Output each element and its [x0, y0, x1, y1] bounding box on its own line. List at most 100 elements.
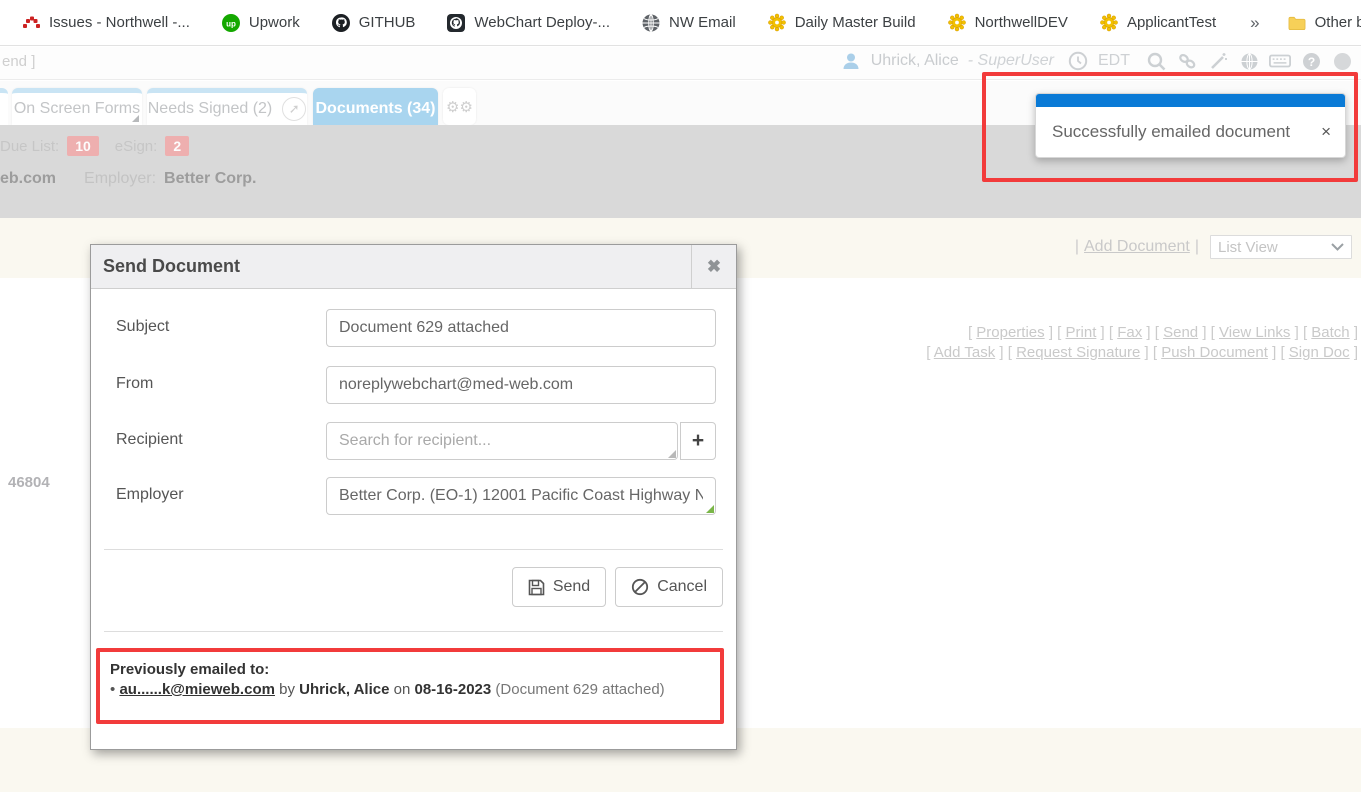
bracket: [ [1155, 324, 1159, 341]
action-view-links[interactable]: View Links [1219, 324, 1290, 341]
bracket: ] [1049, 324, 1053, 341]
action-request-signature[interactable]: Request Signature [1016, 344, 1140, 361]
bracket: ] [1145, 344, 1149, 361]
action-sign-doc[interactable]: Sign Doc [1289, 344, 1350, 361]
tab-documents[interactable]: Documents (34) [313, 88, 438, 125]
modal-header[interactable]: Send Document ✖ [91, 245, 736, 289]
link-icon[interactable] [1176, 50, 1198, 72]
bookmark-label: ApplicantTest [1127, 14, 1216, 31]
bookmark-issues-northwell[interactable]: Issues - Northwell -... [22, 14, 190, 32]
action-send[interactable]: Send [1163, 324, 1198, 341]
esign-count-badge[interactable]: 2 [165, 136, 189, 156]
gears-icon: ⚙⚙ [446, 98, 473, 116]
action-properties[interactable]: Properties [976, 324, 1044, 341]
bookmark-applicanttest[interactable]: ApplicantTest [1100, 14, 1216, 32]
pipe: | [1195, 238, 1199, 256]
chevron-down-icon [1331, 243, 1344, 251]
search-icon[interactable] [1145, 50, 1167, 72]
upwork-icon: up [222, 14, 240, 32]
help-icon[interactable]: ? [1300, 50, 1322, 72]
tab-label: Documents (34) [315, 100, 435, 118]
toast-message: Successfully emailed document [1052, 122, 1290, 142]
gear-yellow-icon [768, 14, 786, 32]
view-select[interactable]: List View [1210, 235, 1352, 259]
recipient-label: Recipient [116, 431, 183, 449]
bracket: ] [1354, 344, 1358, 361]
globe-icon[interactable] [1238, 50, 1260, 72]
due-list-count-badge[interactable]: 10 [67, 136, 99, 156]
action-batch[interactable]: Batch [1311, 324, 1349, 341]
due-list-row: Due List: 10 eSign: 2 [0, 133, 205, 159]
bookmark-daily-master-build[interactable]: Daily Master Build [768, 14, 916, 32]
send-button[interactable]: Send [512, 567, 606, 607]
history-note: (Document 629 attached) [495, 681, 664, 698]
bookmark-label: Upwork [249, 14, 300, 31]
open-in-new-icon[interactable]: ➚ [282, 97, 306, 121]
keyboard-icon[interactable] [1269, 50, 1291, 72]
subject-input[interactable] [326, 309, 716, 347]
bracket: [ [1211, 324, 1215, 341]
history-sender: Uhrick, Alice [299, 681, 389, 698]
resize-grip-green-icon[interactable] [706, 505, 714, 513]
bookmark-webchart-deploy[interactable]: WebChart Deploy-... [447, 14, 610, 32]
user-name[interactable]: Uhrick, Alice [871, 52, 959, 70]
bullet: • [110, 681, 115, 698]
from-input[interactable] [326, 366, 716, 404]
bookmark-label: Issues - Northwell -... [49, 14, 190, 31]
bookmark-northwelldev[interactable]: NorthwellDEV [948, 14, 1068, 32]
recipient-search-input[interactable] [326, 422, 678, 460]
cancel-button-label: Cancel [657, 578, 707, 596]
cancel-button[interactable]: Cancel [615, 567, 723, 607]
github-square-icon [447, 14, 465, 32]
bracket: ] [999, 344, 1003, 361]
status-dot-icon [1331, 50, 1353, 72]
action-add-task[interactable]: Add Task [934, 344, 995, 361]
actions-line2: [ Add Task ] [ Request Signature ] [ Pus… [926, 343, 1358, 363]
bracket: ] [1354, 324, 1358, 341]
patient-email-fragment: eb.com [0, 170, 56, 188]
tab-on-screen-forms[interactable]: On Screen Forms [12, 88, 142, 125]
history-by: by [279, 681, 295, 698]
modal-close-button[interactable]: ✖ [691, 245, 736, 288]
from-row: From [91, 366, 736, 404]
tab-label: Needs Signed (2) [148, 100, 273, 118]
toast-close-button[interactable]: × [1313, 122, 1331, 142]
bracket: [ [1303, 324, 1307, 341]
tab-settings-button[interactable]: ⚙⚙ [443, 88, 476, 125]
divider [104, 631, 723, 632]
github-icon [332, 14, 350, 32]
resize-grip-icon[interactable] [668, 450, 676, 458]
bracket: ] [1146, 324, 1150, 341]
screen: Issues - Northwell -... up Upwork GITHUB… [0, 0, 1361, 792]
modal-buttons: Send Cancel [512, 567, 723, 607]
tab-needs-signed[interactable]: Needs Signed (2) ➚ [147, 88, 307, 125]
action-print[interactable]: Print [1066, 324, 1097, 341]
document-toolbar: | Add Document | List View [1070, 235, 1352, 259]
bookmark-label: Daily Master Build [795, 14, 916, 31]
bookmarks-overflow-chevron[interactable]: » [1250, 13, 1259, 33]
user-role: - SuperUser [968, 52, 1054, 70]
tab-corner-grip [132, 115, 139, 122]
patient-info-row: eb.com Employer: Better Corp. [0, 167, 257, 191]
bookmark-nw-email[interactable]: NW Email [642, 14, 736, 32]
add-recipient-button[interactable]: + [680, 422, 716, 460]
other-bookmarks[interactable]: Other bookmarks [1288, 14, 1361, 32]
bookmark-upwork[interactable]: up Upwork [222, 14, 300, 32]
add-document-link[interactable]: Add Document [1084, 238, 1190, 256]
tab-partial [0, 88, 8, 125]
action-fax[interactable]: Fax [1117, 324, 1142, 341]
actions-line1: [ Properties ] [ Print ] [ Fax ] [ Send … [926, 323, 1358, 343]
wand-icon[interactable] [1207, 50, 1229, 72]
history-email-link[interactable]: au......k@mieweb.com [119, 681, 275, 698]
gear-yellow-icon [1100, 14, 1118, 32]
globe-dark-icon [642, 14, 660, 32]
employer-input[interactable] [326, 477, 716, 515]
gear-yellow-icon [948, 14, 966, 32]
history-item: • au......k@mieweb.com by Uhrick, Alice … [110, 681, 708, 698]
action-push-document[interactable]: Push Document [1161, 344, 1268, 361]
bookmark-github[interactable]: GITHUB [332, 14, 416, 32]
bracket: [ [1109, 324, 1113, 341]
bracket: [ [1008, 344, 1012, 361]
send-document-modal: Send Document ✖ Subject From Recipient +… [90, 244, 737, 750]
view-select-value: List View [1218, 239, 1278, 256]
